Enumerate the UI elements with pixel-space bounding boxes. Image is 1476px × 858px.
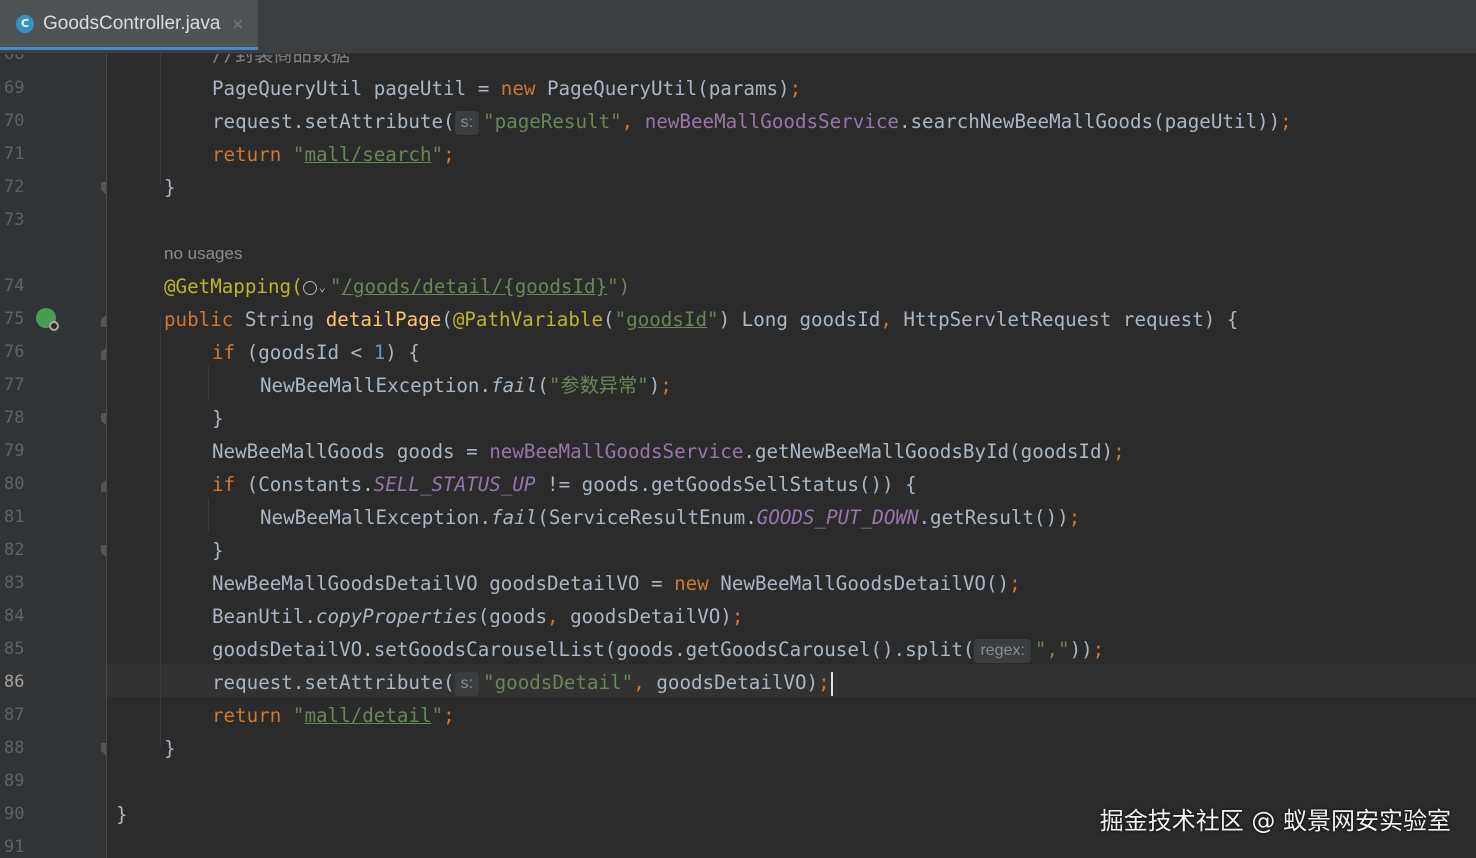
comment-line: //封装商品数据 [212,54,351,66]
code-line-87: return "mall/detail"; [212,704,455,727]
line-number: 88 [4,738,25,758]
line-number: 84 [4,606,25,626]
watermark: 掘金技术社区 @ 蚁景网安实验室 [1099,807,1451,835]
code-line-74: @GetMapping(⌄ "/goods/detail/{goodsId}") [164,275,631,298]
line-number: 90 [4,804,25,824]
indent-guide [208,498,209,532]
code-line-69: PageQueryUtil pageUtil = new PageQueryUt… [212,77,802,100]
code-line-90: } [116,803,128,826]
fold-end-icon[interactable] [101,182,106,195]
code-line-86: request.setAttribute(s: "goodsDetail", go… [212,666,833,699]
line-number: 68 [4,54,25,64]
code-line-75: public String detailPage(@PathVariable("… [164,308,1239,331]
code-editor[interactable]: //封装商品数据 PageQueryUtil pageUtil = new Pa… [107,54,1476,858]
code-line-70: request.setAttribute(s: "pageResult", new… [212,110,1292,135]
code-line-76: if (goodsId < 1) { [212,341,420,364]
indent-guide [160,316,161,746]
fold-end-icon[interactable] [101,545,106,558]
code-line-72: } [164,176,176,199]
line-number: 72 [4,177,25,197]
code-line-84: BeanUtil.copyProperties(goods, goodsDeta… [212,605,744,628]
line-number: 80 [4,474,25,494]
usages-hint[interactable]: no usages [164,237,242,270]
fold-start-icon[interactable] [101,314,106,327]
tab-goods-controller[interactable]: C GoodsController.java × [0,0,258,50]
line-number: 79 [4,441,25,461]
code-line-71: return "mall/search"; [212,143,455,166]
fold-start-icon[interactable] [101,347,106,360]
line-number: 89 [4,771,25,791]
code-line-79: NewBeeMallGoods goods = newBeeMallGoodsS… [212,440,1125,463]
param-hint: s: [454,110,480,135]
code-line-80: if (Constants.SELL_STATUS_UP != goods.ge… [212,473,917,496]
line-number: 71 [4,144,25,164]
chevron-down-icon[interactable]: ⌄ [319,280,326,294]
indent-guide [160,54,161,184]
code-line-85: goodsDetailVO.setGoodsCarouselList(goods… [212,638,1105,663]
line-number: 83 [4,573,25,593]
line-number: 75 [4,309,25,329]
line-number: 70 [4,111,25,131]
param-hint: s: [454,671,480,696]
line-number: 91 [4,837,25,857]
fold-end-icon[interactable] [101,743,106,756]
line-number: 78 [4,408,25,428]
java-class-icon: C [16,14,34,33]
line-number: 74 [4,276,25,296]
code-line-88: } [164,737,176,760]
line-number: 77 [4,375,25,395]
line-number: 82 [4,540,25,560]
line-number: 73 [4,210,25,230]
line-numbers: 68 69 70 71 72 73 74 75 76 77 78 79 80 8… [0,54,106,858]
line-number: 81 [4,507,25,527]
text-caret [830,671,833,696]
fold-end-icon[interactable] [101,413,106,426]
run-endpoint-icon[interactable] [36,308,59,331]
fold-start-icon[interactable] [101,479,106,492]
close-icon[interactable]: × [231,15,244,33]
code-line-77: NewBeeMallException.fail("参数异常"); [260,374,672,397]
line-number-current: 86 [4,672,25,692]
line-number: 87 [4,705,25,725]
line-number: 69 [4,78,25,98]
code-line-78: } [212,407,224,430]
code-line-82: } [212,539,224,562]
code-line-81: NewBeeMallException.fail(ServiceResultEn… [260,506,1081,529]
editor-tab-bar: C GoodsController.java × [0,0,1476,54]
param-hint: regex: [974,638,1031,663]
indent-guide [208,366,209,400]
code-line-83: NewBeeMallGoodsDetailVO goodsDetailVO = … [212,572,1021,595]
tab-label: GoodsController.java [43,12,221,34]
globe-icon[interactable] [302,280,317,295]
line-number: 85 [4,639,25,659]
line-number: 76 [4,342,25,362]
